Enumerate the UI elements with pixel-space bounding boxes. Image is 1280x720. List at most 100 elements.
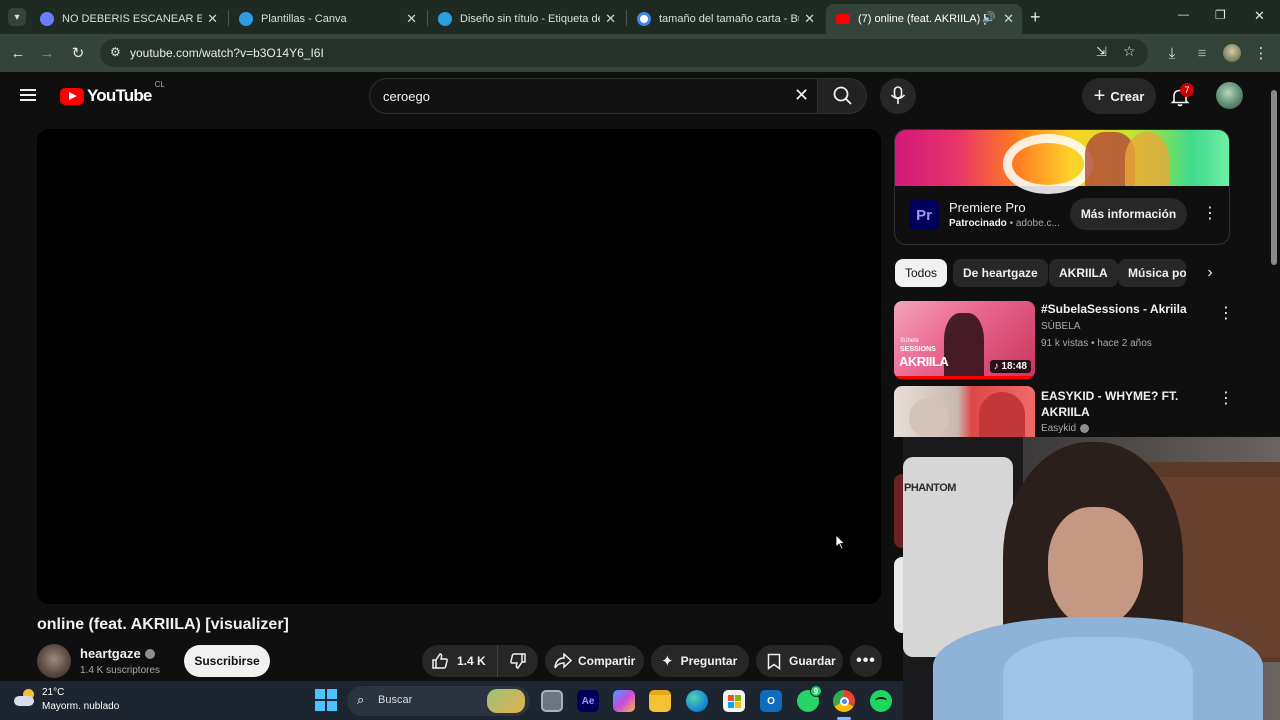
ad-more-info-button[interactable]: Más información [1070,198,1187,230]
recommendation-title[interactable]: #SubelaSessions - Akriila [1041,302,1211,316]
recommendation-title[interactable]: EASYKID - WHYME? FT. AKRIILA [1041,388,1191,420]
file-explorer-icon[interactable] [649,690,671,712]
recommendation-channel[interactable]: SÚBELA [1041,321,1080,332]
video-duration: ♪ 18:48 [989,360,1031,373]
ask-button[interactable]: ✦ Preguntar [651,645,749,677]
tab-title: (7) online (feat. AKRIILA) [vi [858,13,986,25]
chip-music[interactable]: Música po [1118,259,1186,287]
taskbar-search-label: Buscar [378,694,413,706]
task-view-icon[interactable] [541,690,563,712]
share-button[interactable]: Compartir [545,645,644,677]
downloads-button[interactable]: ⤓ [1161,42,1183,64]
webcam-overlay: PHANTOM [903,437,1280,720]
reload-button[interactable]: ↻ [67,42,89,64]
bookmark-star-icon[interactable]: ☆ [1123,43,1136,60]
sponsored-ad-card[interactable]: Pr Premiere Pro Patrocinado • adobe.c...… [894,129,1230,245]
maximize-button[interactable]: ❐ [1215,8,1226,22]
search-button[interactable] [817,78,867,114]
address-bar[interactable]: ⚙ youtube.com/watch?v=b3O14Y6_I6I ⇲ ☆ [100,39,1148,67]
speaker-icon[interactable]: 🔊 [982,11,996,24]
sponsored-label: Patrocinado [949,218,1007,229]
youtube-favicon-icon [836,14,850,24]
like-count: 1.4 K [457,654,486,668]
subscribe-label: Suscribirse [194,654,260,668]
weather-temperature: 21°C [42,687,65,698]
browser-tab-2[interactable]: Plantillas - Canva ✕ [229,4,425,34]
menu-icon [20,87,38,103]
close-window-button[interactable]: ✕ [1254,8,1265,24]
chips-next-button[interactable]: › [1196,259,1224,287]
chip-label: AKRIILA [1059,266,1108,280]
back-button[interactable]: ← [7,42,29,64]
recommendation-thumbnail[interactable]: Súbela SESSIONS AKRIILA ♪ 18:48 [894,301,1035,379]
reading-list-button[interactable]: ≡ [1191,42,1213,64]
browser-tab-strip: ▾ NO DEBERIS ESCANEAR ESTE C ✕ Plantilla… [0,0,1280,34]
outlook-icon[interactable]: O [760,690,782,712]
save-button[interactable]: Guardar [756,645,843,677]
minimize-button[interactable]: — [1178,9,1189,21]
tab-title: Diseño sin título - Etiqueta de c [460,13,600,25]
edge-icon[interactable] [686,690,708,712]
youtube-wordmark: YouTube [87,86,152,105]
close-tab-icon[interactable]: ✕ [207,11,218,27]
recommendation-menu-icon[interactable]: ⋮ [1218,303,1234,323]
close-tab-icon[interactable]: ✕ [1003,11,1014,27]
bookmark-icon [767,653,781,670]
recommendation-channel[interactable]: Easykid [1041,423,1076,434]
site-info-icon[interactable]: ⚙ [110,45,121,59]
clear-search-icon[interactable]: ✕ [794,85,809,106]
forward-button[interactable]: → [36,42,58,64]
subscribe-button[interactable]: Suscribirse [184,645,270,677]
page-scrollbar[interactable] [1268,72,1280,437]
close-tab-icon[interactable]: ✕ [605,11,616,27]
close-tab-icon[interactable]: ✕ [804,11,815,27]
chip-akriila[interactable]: AKRIILA [1049,259,1118,287]
chip-label: Todos [905,266,938,280]
new-tab-button[interactable]: + [1030,7,1041,28]
arrow-right-icon: → [39,44,55,62]
whatsapp-icon[interactable]: 9 [797,685,822,712]
close-tab-icon[interactable]: ✕ [406,11,417,27]
create-button[interactable]: + Crear [1082,78,1156,114]
browser-tab-4[interactable]: tamaño del tamaño carta - Bus ✕ [627,4,823,34]
download-icon: ⤓ [1168,44,1176,62]
account-avatar[interactable] [1216,82,1243,109]
spotify-icon[interactable] [870,690,892,712]
browser-tab-5-active[interactable]: (7) online (feat. AKRIILA) [vi 🔊 ✕ [826,4,1022,34]
notifications-button[interactable]: 7 [1168,83,1194,108]
channel-avatar[interactable] [37,644,71,678]
chip-all[interactable]: Todos [895,259,948,287]
dislike-button[interactable] [498,645,538,677]
microsoft-store-icon[interactable] [723,690,745,712]
browser-tab-3[interactable]: Diseño sin título - Etiqueta de c ✕ [428,4,624,34]
start-button[interactable] [315,689,337,711]
recommendation-thumbnail[interactable] [894,386,1035,437]
tab-search-button[interactable]: ▾ [8,8,26,26]
voice-search-button[interactable] [880,78,916,114]
search-input[interactable]: ceroego ✕ [369,78,817,114]
channel-name[interactable]: heartgaze [80,646,141,661]
like-button[interactable]: 1.4 K [422,645,498,677]
scrollbar-thumb[interactable] [1271,90,1277,265]
recommendation-menu-icon[interactable]: ⋮ [1218,388,1234,408]
ad-cta-label: Más información [1080,207,1177,221]
video-player[interactable] [37,129,881,604]
after-effects-icon[interactable]: Ae [577,690,599,712]
ad-menu-icon[interactable]: ⋮ [1202,203,1218,223]
chip-from-channel[interactable]: De heartgaze [953,259,1048,287]
copilot-icon[interactable] [613,690,635,712]
recommendation-meta: 91 k vistas • hace 2 años [1041,338,1152,349]
hamburger-menu-button[interactable] [20,87,38,103]
share-icon [554,653,572,669]
taskbar-search[interactable]: ⌕ Buscar [347,686,530,716]
profile-avatar[interactable] [1223,44,1241,62]
more-actions-button[interactable]: ••• [850,645,882,677]
chrome-icon[interactable] [833,690,855,712]
youtube-logo[interactable]: YouTube CL [60,80,165,106]
browser-menu-button[interactable]: ⋮ [1250,42,1272,64]
ad-title: Premiere Pro [949,200,1026,215]
browser-tab-1[interactable]: NO DEBERIS ESCANEAR ESTE C ✕ [30,4,226,34]
verified-icon [1080,424,1090,433]
reload-icon: ↻ [71,45,85,62]
install-app-icon[interactable]: ⇲ [1096,44,1107,60]
